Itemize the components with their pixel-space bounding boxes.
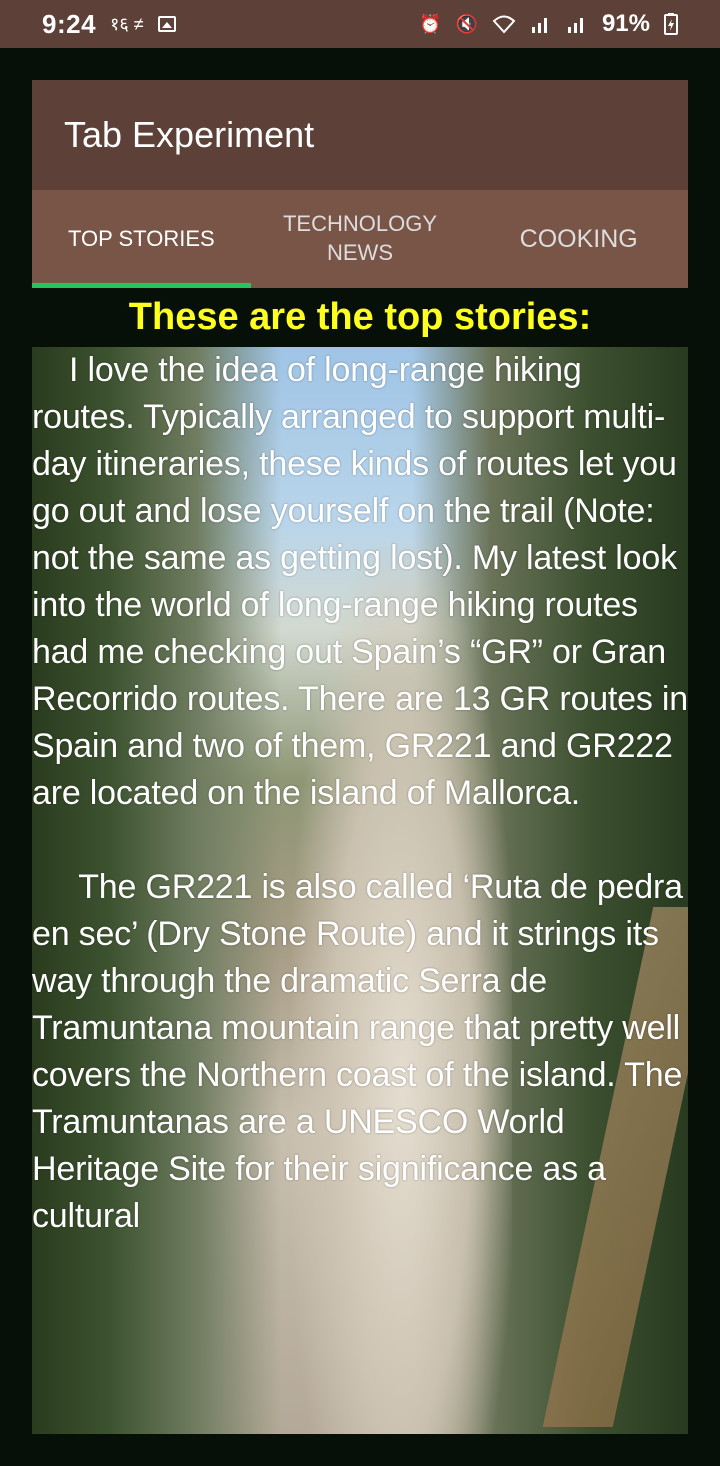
signal-icon xyxy=(531,18,547,33)
story-paragraph-1: I love the idea of long-range hiking rou… xyxy=(32,351,688,812)
mute-icon: 🔇 xyxy=(455,13,478,34)
battery-level: 91% xyxy=(601,10,650,37)
tab-bar: TOP STORIES TECHNOLOGY NEWS COOKING xyxy=(32,190,688,288)
story-panel[interactable]: I love the idea of long-range hiking rou… xyxy=(32,347,688,1434)
app-bar: Tab Experiment xyxy=(32,80,688,190)
status-bar: 9:24 १६ ≠ ⏰ 🔇 91% xyxy=(0,0,720,48)
signal-icon xyxy=(567,18,583,33)
story-paragraph-2: The GR221 is also called ‘Ruta de pedra … xyxy=(32,868,683,1235)
story-spacer xyxy=(32,817,688,864)
status-left: 9:24 १६ ≠ xyxy=(42,9,176,40)
app-title: Tab Experiment xyxy=(64,114,315,155)
status-right: ⏰ 🔇 91% xyxy=(419,10,678,38)
section-heading: These are the top stories: xyxy=(128,296,592,338)
battery-charging-icon xyxy=(664,13,678,35)
wifi-icon xyxy=(492,15,516,34)
notification-glyphs: १६ ≠ xyxy=(110,14,144,34)
tab-top-stories[interactable]: TOP STORIES xyxy=(32,190,251,288)
tab-cooking[interactable]: COOKING xyxy=(469,190,688,288)
image-icon xyxy=(157,16,176,32)
alarm-icon: ⏰ xyxy=(419,13,442,34)
status-time: 9:24 xyxy=(42,8,97,39)
tab-technology-news[interactable]: TECHNOLOGY NEWS xyxy=(251,190,470,288)
